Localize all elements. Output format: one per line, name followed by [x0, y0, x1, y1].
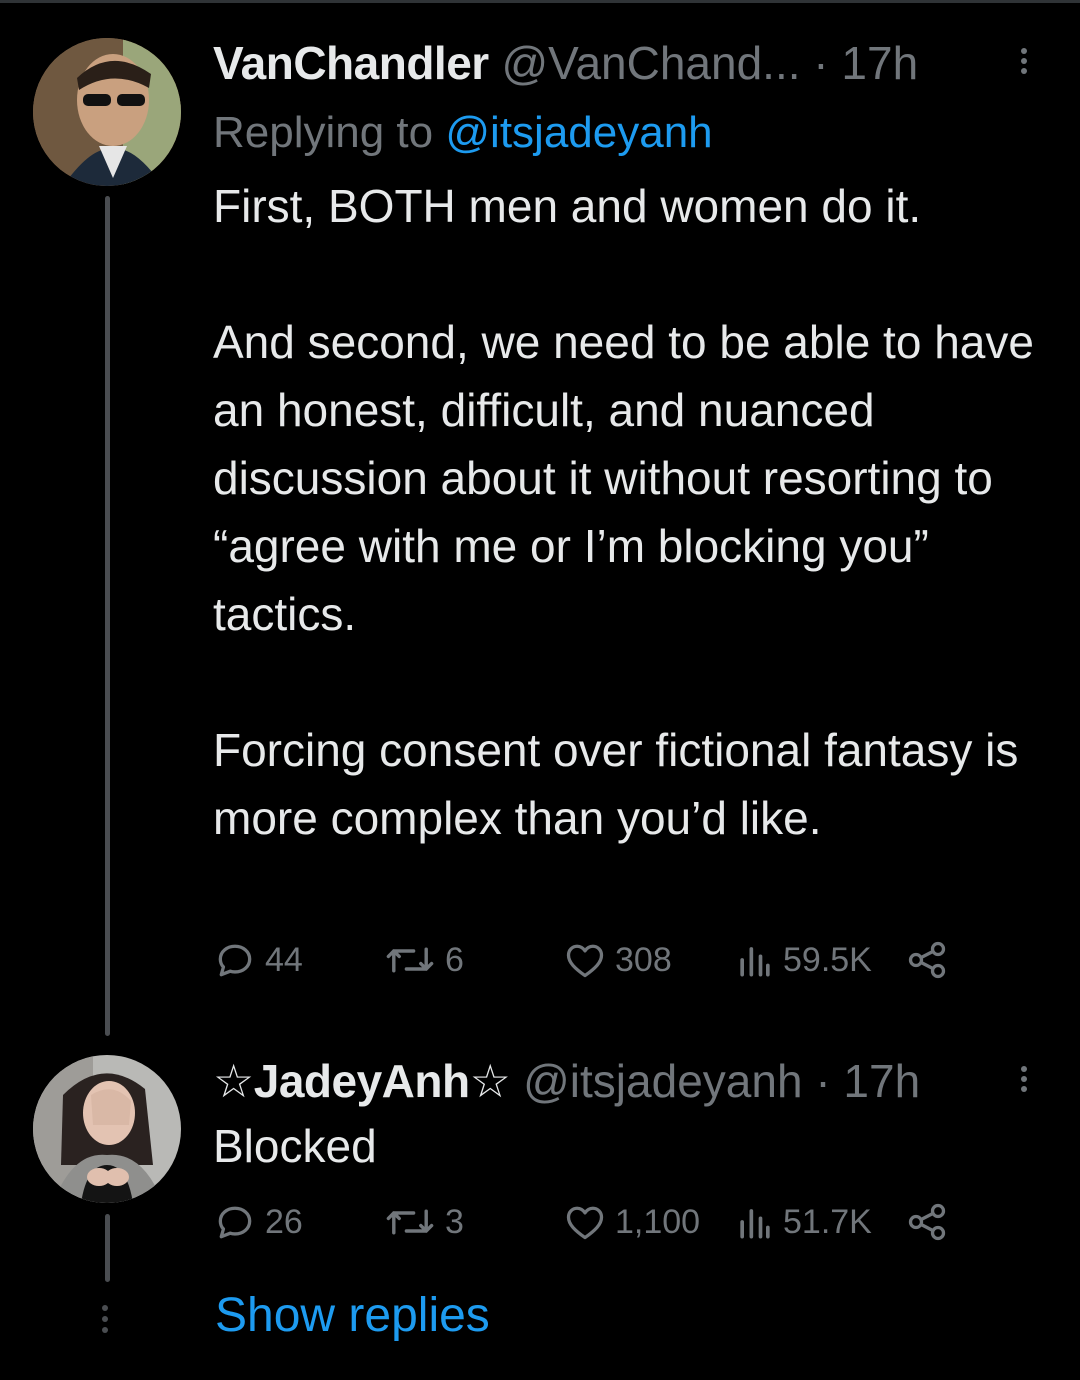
views-icon	[740, 1209, 770, 1239]
thread-line	[105, 196, 110, 1036]
avatar-jadeyanh[interactable]	[33, 1055, 181, 1203]
reply-count: 44	[265, 940, 303, 979]
reply-icon	[218, 1206, 252, 1239]
reply-icon	[218, 944, 252, 977]
tweet1-text: First, BOTH men and women do it. And sec…	[213, 172, 1053, 852]
retweet-icon	[386, 1209, 434, 1235]
like-button[interactable]: 308	[563, 938, 672, 982]
share-icon	[908, 941, 946, 979]
retweet-button[interactable]: 6	[383, 938, 464, 982]
tweet2-header: ☆JadeyAnh☆ @itsjadeyanh · 17h	[213, 1058, 920, 1104]
handle[interactable]: @itsjadeyanh	[523, 1055, 802, 1107]
replying-mention-link[interactable]: @itsjadeyanh	[445, 108, 712, 157]
retweet-icon	[386, 947, 434, 973]
views-count: 51.7K	[783, 1202, 872, 1241]
retweet-button[interactable]: 3	[383, 1200, 464, 1244]
retweet-count: 3	[445, 1202, 464, 1241]
display-name[interactable]: VanChandler	[213, 37, 489, 89]
tweet1-actions: 44 6 308 59.5K	[213, 938, 973, 998]
more-vertical-icon[interactable]	[1019, 44, 1029, 78]
reply-button[interactable]: 26	[213, 1200, 303, 1244]
views-icon	[740, 947, 770, 977]
views-count: 59.5K	[783, 940, 872, 979]
timestamp[interactable]: 17h	[843, 1055, 920, 1107]
tweet-paragraph: Forcing consent over fictional fantasy i…	[213, 724, 1019, 844]
reply-count: 26	[265, 1202, 303, 1241]
retweet-count: 6	[445, 940, 464, 979]
separator: ·	[815, 1055, 831, 1107]
like-button[interactable]: 1,100	[563, 1200, 700, 1244]
tweet-paragraph: First, BOTH men and women do it.	[213, 180, 922, 232]
top-divider	[0, 0, 1080, 3]
like-count: 1,100	[615, 1202, 701, 1241]
more-vertical-icon[interactable]	[1019, 1062, 1029, 1096]
replying-to: Replying to @itsjadeyanh	[213, 108, 713, 158]
show-replies-link[interactable]: Show replies	[215, 1288, 490, 1343]
tweet1-header: VanChandler @VanChand... · 17h	[213, 40, 918, 86]
thread-dots-icon	[100, 1300, 110, 1338]
replying-label: Replying to	[213, 108, 434, 157]
like-count: 308	[615, 940, 672, 979]
views-button[interactable]: 59.5K	[735, 938, 872, 982]
share-button[interactable]	[905, 1200, 949, 1244]
like-icon	[566, 944, 604, 978]
reply-button[interactable]: 44	[213, 938, 303, 982]
share-button[interactable]	[905, 938, 949, 982]
avatar-vanchandler[interactable]	[33, 38, 181, 186]
handle[interactable]: @VanChand...	[501, 37, 800, 89]
display-name[interactable]: ☆JadeyAnh☆	[213, 1055, 511, 1107]
like-icon	[566, 1206, 604, 1240]
thread-line	[105, 1214, 110, 1282]
tweet-paragraph: Blocked	[213, 1120, 377, 1172]
timestamp[interactable]: 17h	[841, 37, 918, 89]
tweet-paragraph: And second, we need to be able to have a…	[213, 316, 1034, 640]
separator: ·	[813, 37, 829, 89]
share-icon	[908, 1203, 946, 1241]
tweet2-actions: 26 3 1,100 51.7K	[213, 1200, 973, 1260]
tweet2-text: Blocked	[213, 1112, 1053, 1180]
views-button[interactable]: 51.7K	[735, 1200, 872, 1244]
